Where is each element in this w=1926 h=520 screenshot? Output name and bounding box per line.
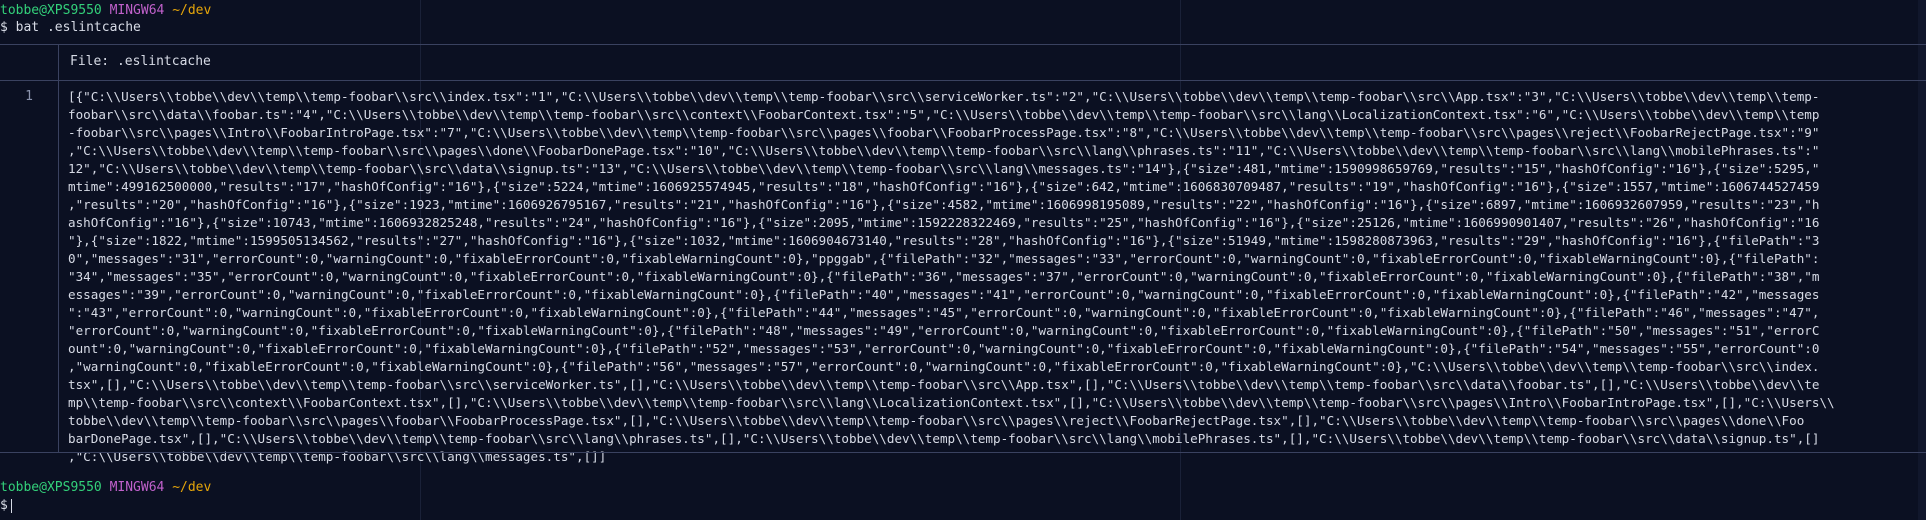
prompt-system: MINGW64 <box>109 480 165 495</box>
prompt-user: tobbe@XPS9550 <box>0 480 102 495</box>
content-line: ount":0,"warningCount":0,"fixableErrorCo… <box>68 341 1820 356</box>
content-line: tsx",[],"C:\\Users\\tobbe\\dev\\temp\\te… <box>68 377 1820 392</box>
header-bottom-rule <box>0 80 1926 81</box>
content-line: ,"C:\\Users\\tobbe\\dev\\temp\\temp-foob… <box>68 449 607 464</box>
line-number: 1 <box>25 89 33 104</box>
content-line: ,"warningCount":0,"fixableErrorCount":0,… <box>68 359 1820 374</box>
prompt-line: tobbe@XPS9550 MINGW64 ~/dev <box>0 479 211 497</box>
content-line: 12","C:\\Users\\tobbe\\dev\\temp\\temp-f… <box>68 161 1820 176</box>
gutter-divider <box>58 80 59 452</box>
file-header: File: .eslintcache <box>70 54 211 69</box>
content-bottom-rule <box>0 452 1926 453</box>
content-line: "34","messages":"35","errorCount":0,"war… <box>68 269 1820 284</box>
prompt-line: tobbe@XPS9550 MINGW64 ~/dev <box>0 2 211 20</box>
content-line: foobar\\src\\data\\foobar.ts":"4","C:\\U… <box>68 107 1820 122</box>
content-line: ,"C:\\Users\\tobbe\\dev\\temp\\temp-foob… <box>68 143 1820 158</box>
content-line: mp\\temp-foobar\\src\\context\\FoobarCon… <box>68 395 1835 410</box>
prompt-path: ~/dev <box>172 3 212 18</box>
prompt-user: tobbe@XPS9550 <box>0 3 102 18</box>
command-text: bat .eslintcache <box>15 20 141 35</box>
prompt-path: ~/dev <box>172 480 212 495</box>
terminal-window[interactable]: tobbe@XPS9550 MINGW64 ~/dev $ bat .eslin… <box>0 0 1926 520</box>
prompt-symbol: $ <box>0 20 8 35</box>
content-line: -foobar\\src\\pages\\Intro\\FoobarIntroP… <box>68 125 1820 140</box>
header-top-rule <box>0 44 1926 45</box>
content-line: [{"C:\\Users\\tobbe\\dev\\temp\\temp-foo… <box>68 89 1820 104</box>
content-line: 0","messages":"31","errorCount":0,"warni… <box>68 251 1820 266</box>
content-line: barDonePage.tsx",[],"C:\\Users\\tobbe\\d… <box>68 431 1820 446</box>
content-line: "errorCount":0,"warningCount":0,"fixable… <box>68 323 1820 338</box>
content-line: ashOfConfig":"16"},{"size":10743,"mtime"… <box>68 215 1820 230</box>
content-line: tobbe\\dev\\temp\\temp-foobar\\src\\page… <box>68 413 1805 428</box>
text-cursor <box>10 498 12 513</box>
content-line: ,"results":"20","hashOfConfig":"16"},{"s… <box>68 197 1820 212</box>
input-line[interactable]: $ <box>0 497 12 515</box>
content-line: mtime":499162500000,"results":"17","hash… <box>68 179 1820 194</box>
content-line: ":"43","errorCount":0,"warningCount":0,"… <box>68 305 1820 320</box>
header-gutter-divider <box>58 44 59 80</box>
prompt-symbol: $ <box>0 498 8 513</box>
command-line: $ bat .eslintcache <box>0 19 141 37</box>
file-content: [{"C:\\Users\\tobbe\\dev\\temp\\temp-foo… <box>68 88 1918 466</box>
content-line: "},{"size":1822,"mtime":1599505134562,"r… <box>68 233 1820 248</box>
content-line: essages":"39","errorCount":0,"warningCou… <box>68 287 1820 302</box>
prompt-system: MINGW64 <box>109 3 165 18</box>
